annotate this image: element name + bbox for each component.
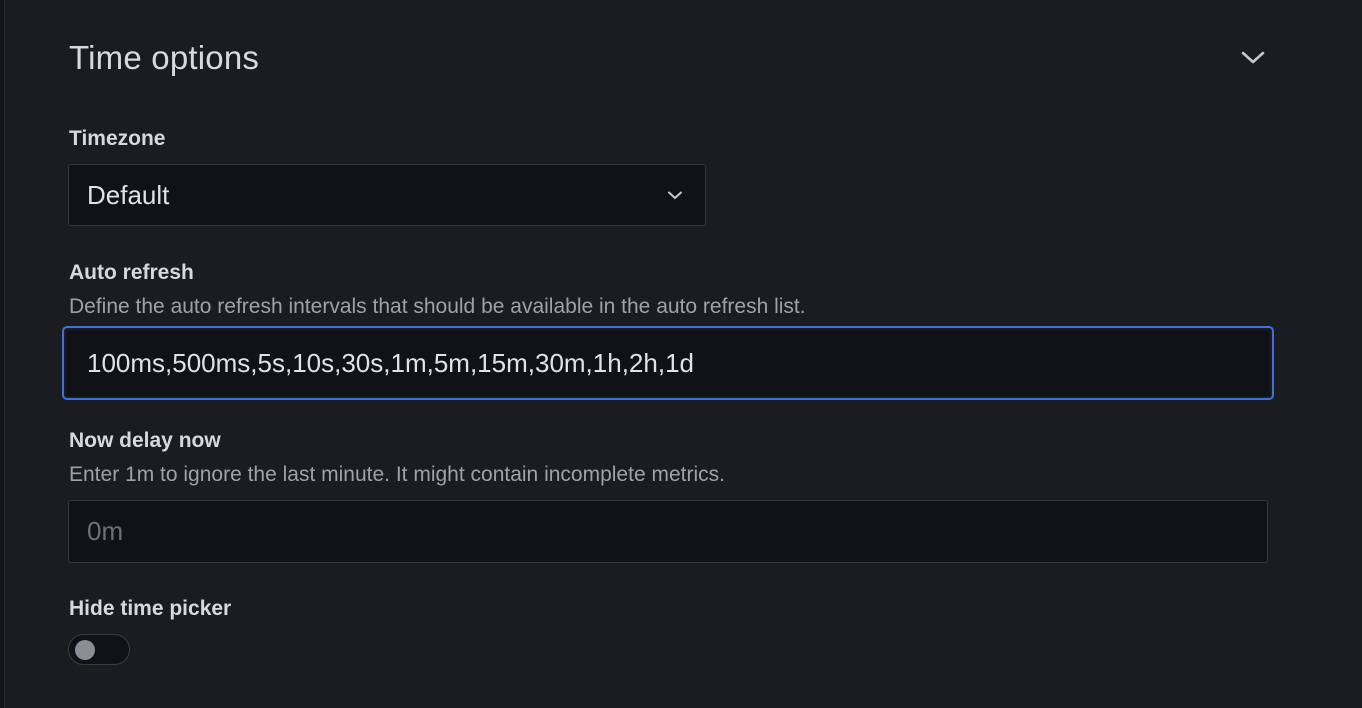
collapse-button[interactable] [1233, 38, 1273, 78]
chevron-down-icon [668, 191, 682, 199]
auto-refresh-label: Auto refresh [69, 261, 194, 284]
timezone-selected-value: Default [87, 179, 170, 210]
panel-left-border [0, 0, 5, 708]
section-title: Time options [69, 39, 260, 76]
time-options-panel: Time options Timezone Default Auto refre… [0, 0, 1362, 708]
auto-refresh-input[interactable] [64, 328, 1272, 398]
timezone-select[interactable]: Default [68, 164, 706, 226]
auto-refresh-description: Define the auto refresh intervals that s… [69, 295, 806, 318]
section-header[interactable]: Time options [69, 34, 1269, 82]
now-delay-description: Enter 1m to ignore the last minute. It m… [69, 463, 725, 486]
now-delay-label: Now delay now [69, 429, 221, 452]
hide-time-picker-switch[interactable] [68, 634, 130, 665]
timezone-label: Timezone [69, 127, 166, 150]
switch-knob [75, 640, 95, 660]
now-delay-input[interactable] [68, 500, 1268, 563]
hide-time-picker-label: Hide time picker [69, 597, 232, 620]
chevron-down-icon [1241, 51, 1265, 64]
